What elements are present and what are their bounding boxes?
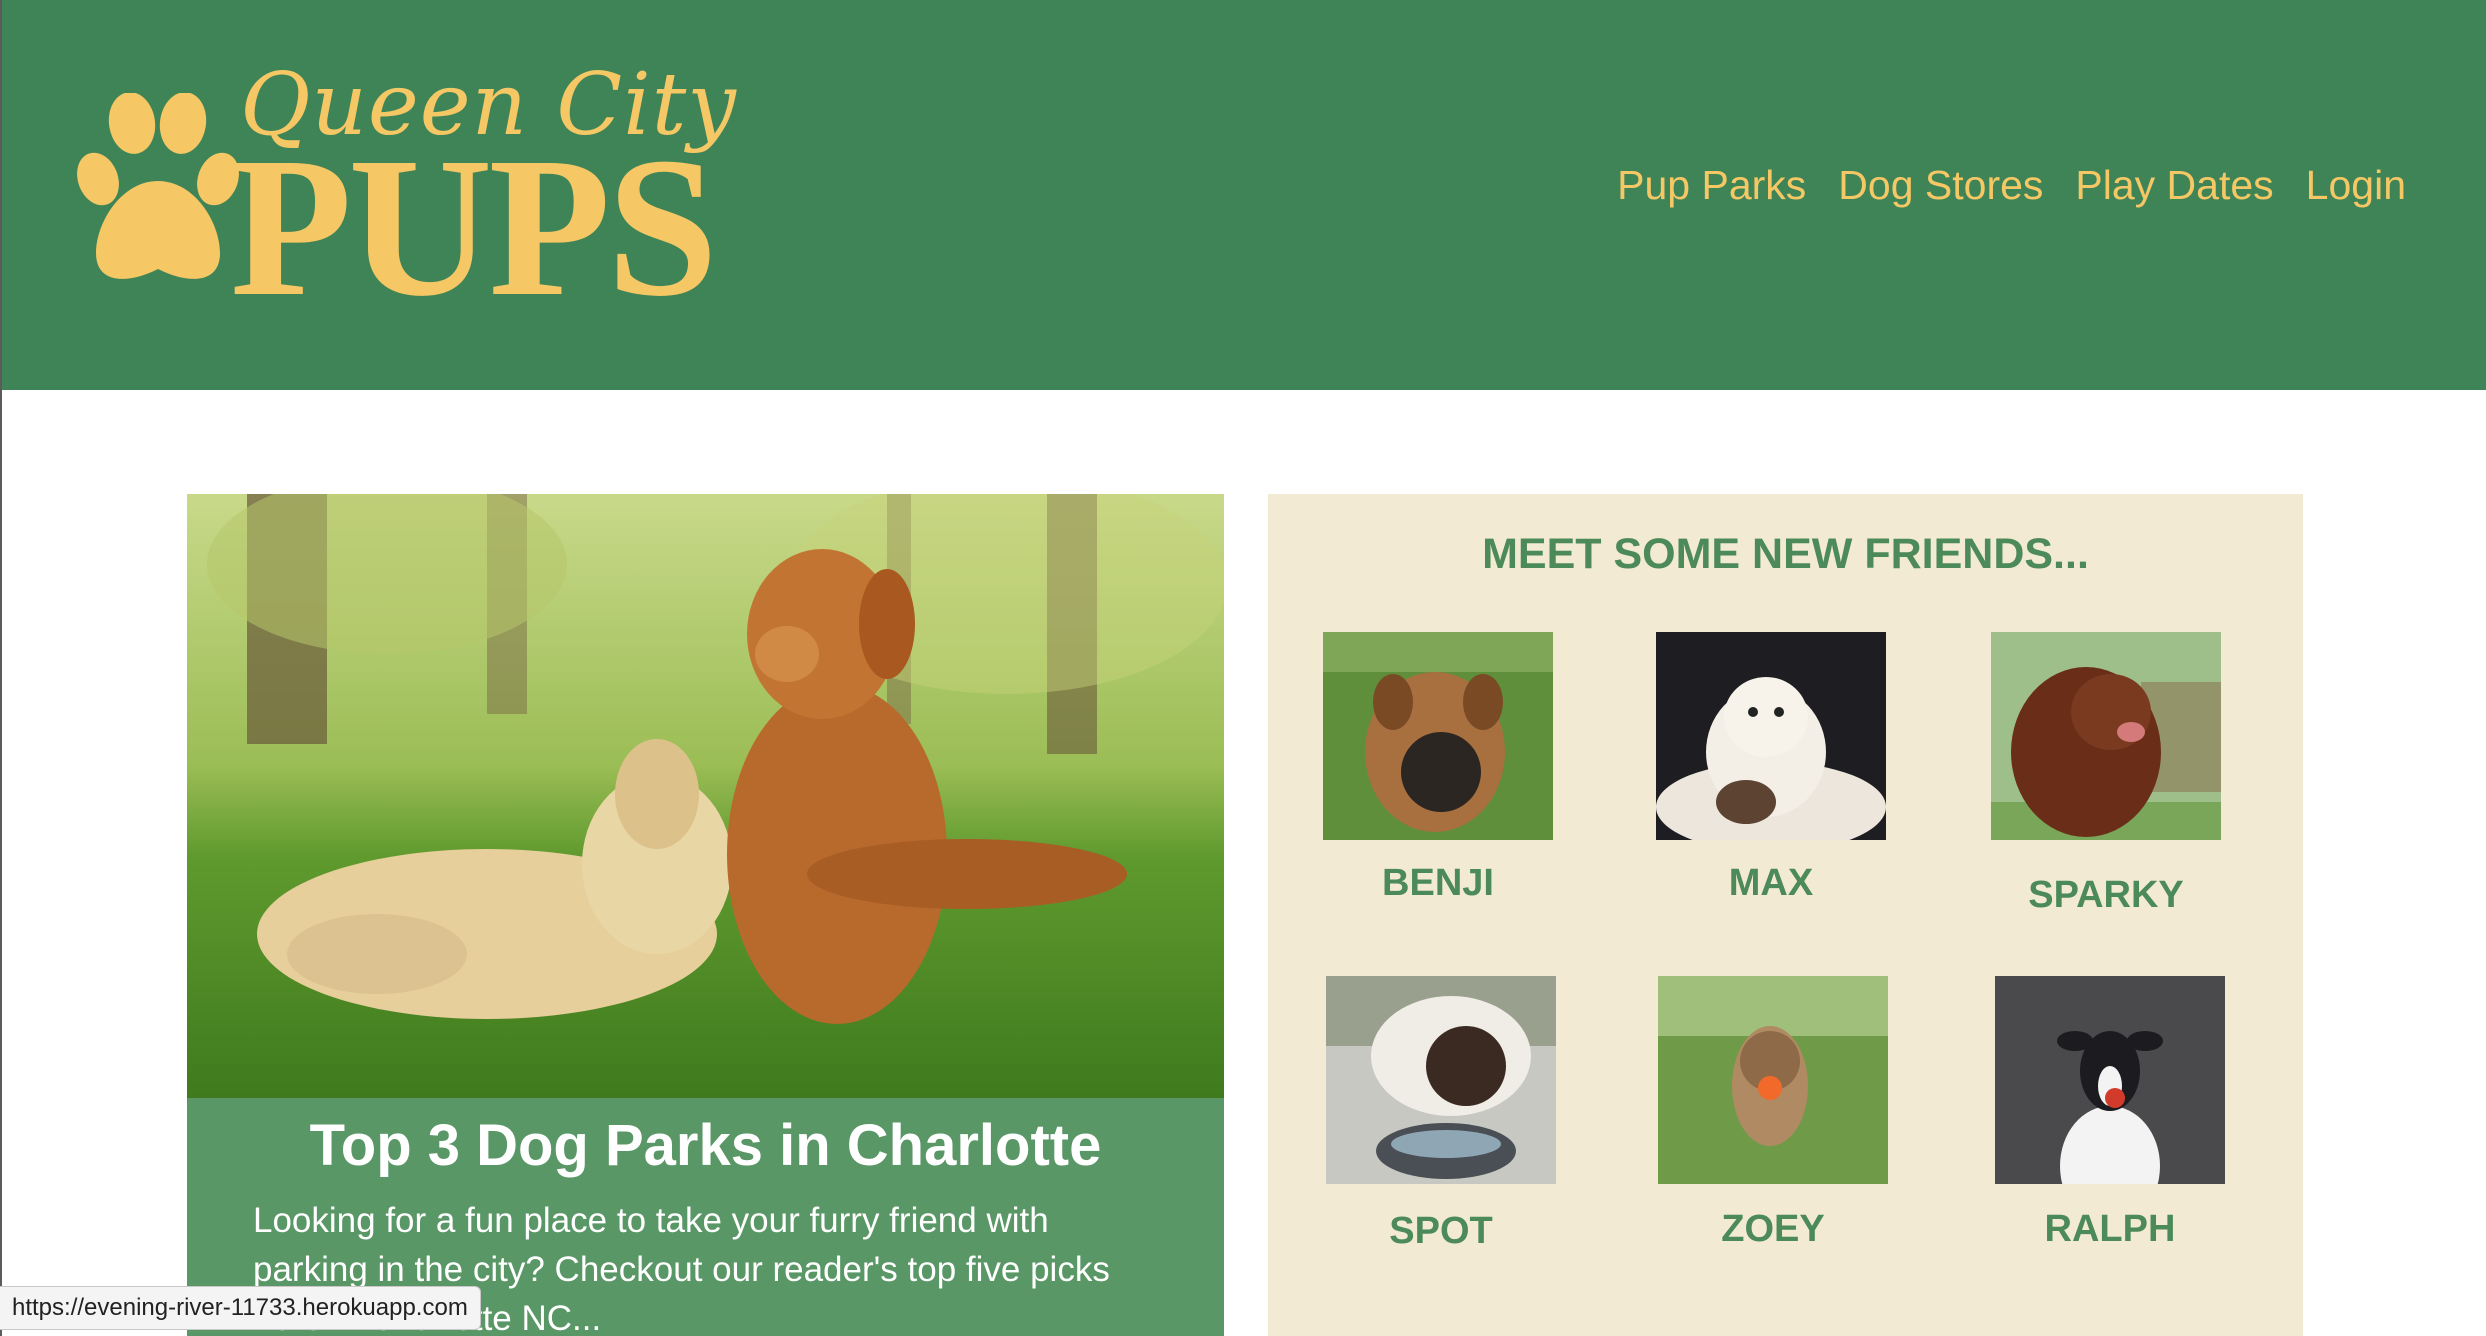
friend-name-spot[interactable]: SPOT [1311,1210,1571,1253]
benji-photo[interactable] [1323,632,1553,840]
feature-title[interactable]: Top 3 Dog Parks in Charlotte [187,1112,1224,1179]
ralph-photo[interactable] [1995,976,2225,1184]
friends-title: MEET SOME NEW FRIENDS... [1482,530,2089,578]
site-header: Queen City PUPS Pup Parks Dog Stores Pla… [0,0,2486,390]
nav-pup-parks[interactable]: Pup Parks [1617,162,1806,209]
page: Queen City PUPS Pup Parks Dog Stores Pla… [0,0,2486,1336]
main-nav: Pup Parks Dog Stores Play Dates Login [1617,162,2406,209]
friend-name-sparky[interactable]: SPARKY [1976,874,2236,917]
friend-name-zoey[interactable]: ZOEY [1643,1208,1903,1251]
nav-dog-stores[interactable]: Dog Stores [1838,162,2043,209]
dogs-in-park-photo [187,494,1224,1098]
spot-photo[interactable] [1326,976,1556,1184]
sparky-photo[interactable] [1991,632,2221,840]
nav-play-dates[interactable]: Play Dates [2075,162,2273,209]
nav-login[interactable]: Login [2306,162,2406,209]
friend-name-benji[interactable]: BENJI [1308,862,1568,905]
logo-wordmark: PUPS [230,117,718,338]
friends-card: MEET SOME NEW FRIENDS... BENJI MAX SPARK… [1268,494,2303,1336]
friend-name-ralph[interactable]: RALPH [1980,1208,2240,1251]
max-photo[interactable] [1656,632,1886,840]
window-edge [0,0,2,1336]
paw-icon [77,93,239,279]
zoey-photo[interactable] [1658,976,1888,1184]
logo[interactable]: Queen City PUPS [70,55,736,328]
status-bar-url: https://evening-river-11733.herokuapp.co… [0,1286,481,1330]
feature-card[interactable]: Top 3 Dog Parks in Charlotte Looking for… [187,494,1224,1336]
friend-name-max[interactable]: MAX [1641,862,1901,905]
